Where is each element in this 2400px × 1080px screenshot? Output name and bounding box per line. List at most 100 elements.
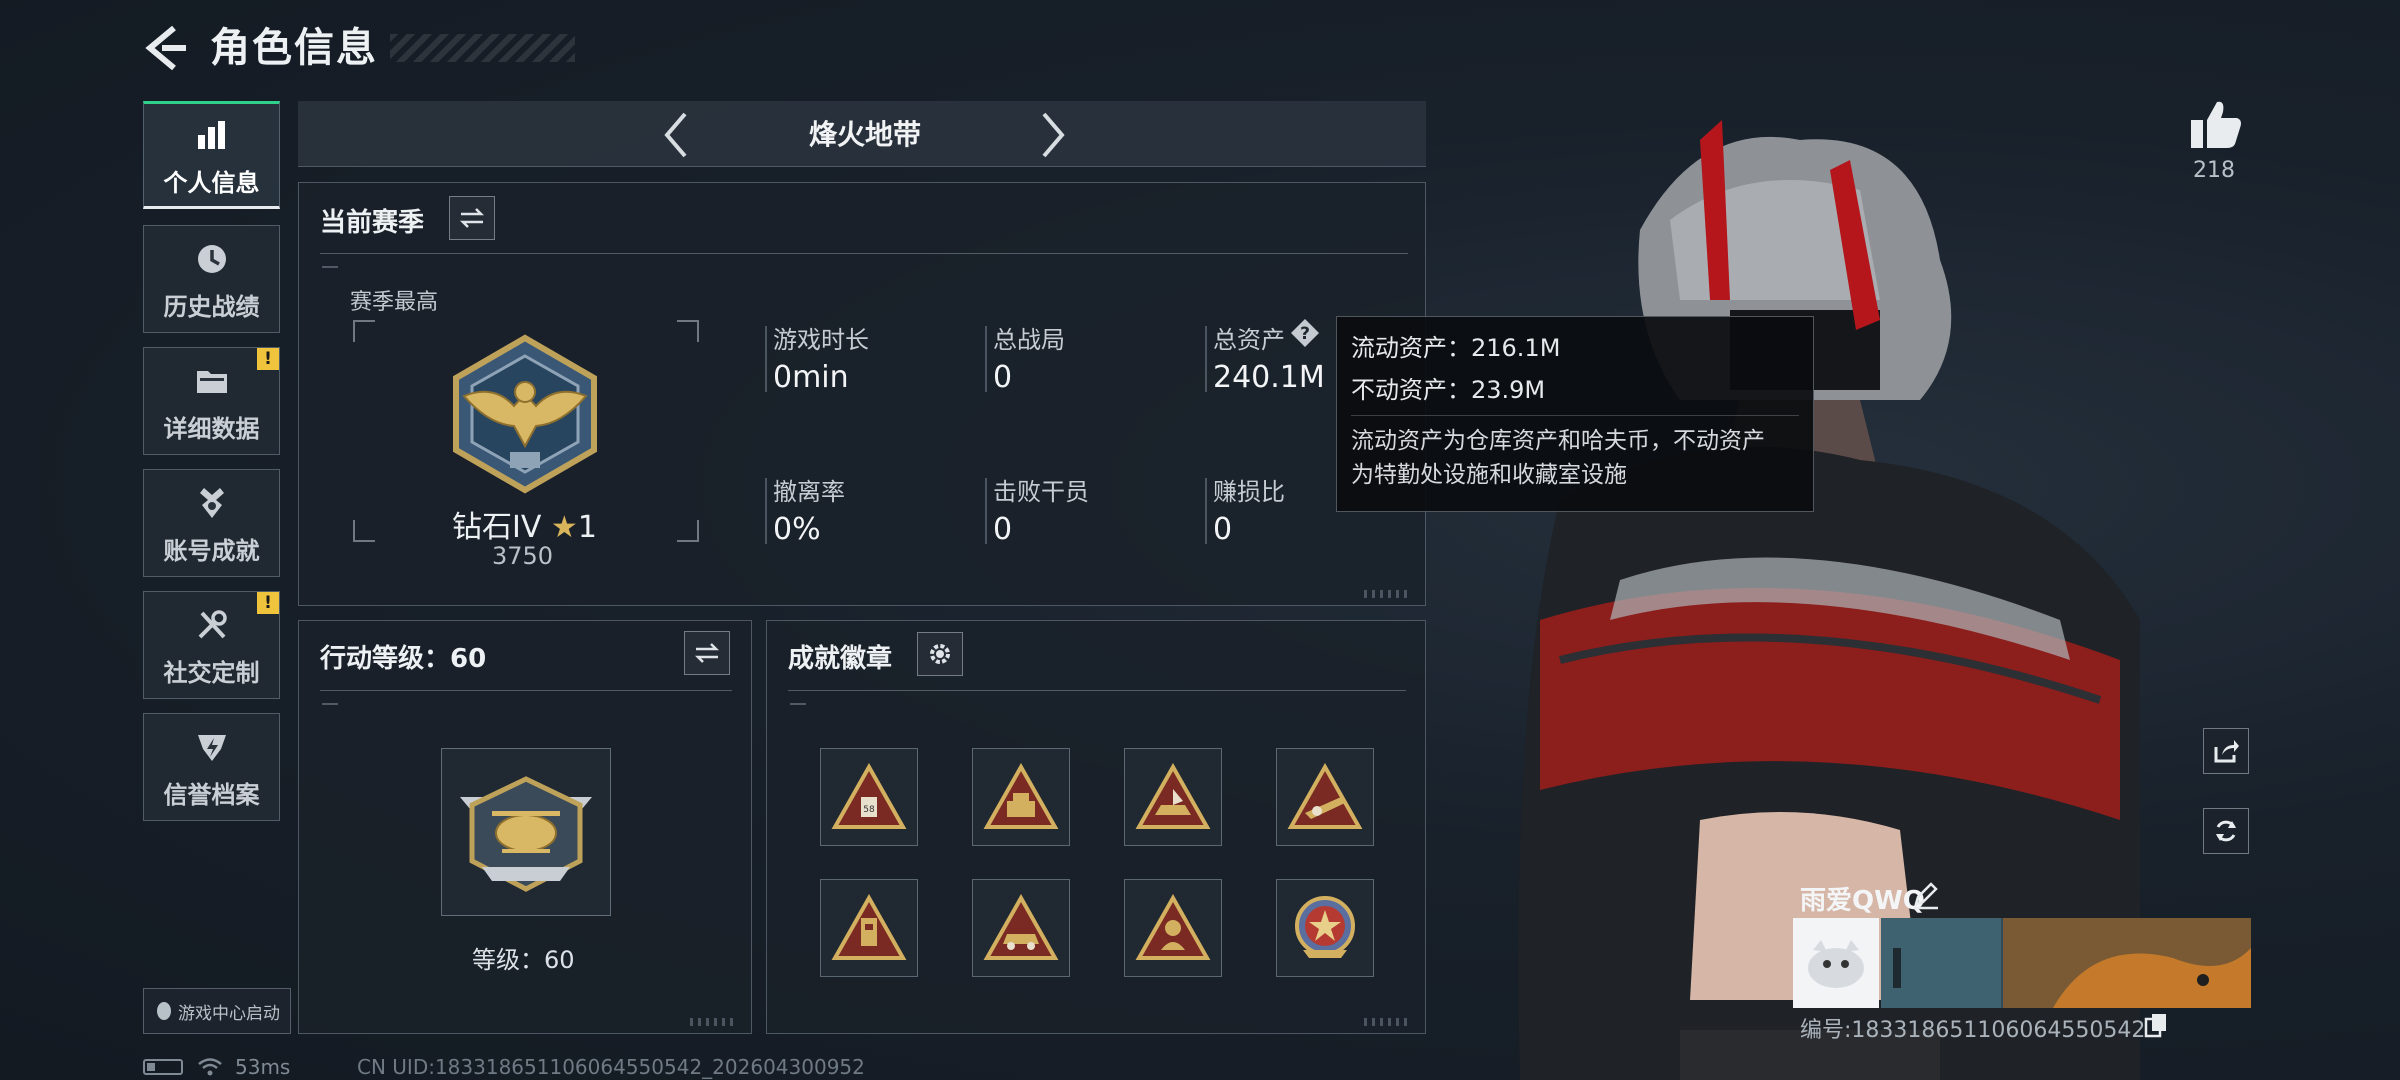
swap-icon [459, 208, 485, 228]
chevron-left-icon [664, 112, 687, 158]
refresh-button[interactable] [2203, 808, 2249, 854]
nav-label: 账号成就 [163, 536, 260, 565]
thumbs-up-icon [2191, 101, 2241, 148]
gear-icon [930, 644, 950, 664]
nav-label: 信誉档案 [163, 780, 260, 809]
achievement-badge-5[interactable] [820, 879, 918, 977]
panel-corner-decoration [690, 1018, 738, 1026]
stat-divider [1205, 326, 1207, 392]
stat-divider [985, 478, 987, 544]
mode-next-button[interactable] [1030, 110, 1074, 160]
achievements-title: 成就徽章 [788, 644, 893, 674]
stat-value-extract-rate: 0% [773, 512, 821, 547]
nav-item-detailed-data[interactable]: ! 详细数据 [143, 347, 280, 455]
action-level-switch-button[interactable] [684, 631, 730, 675]
edit-name-button[interactable] [1912, 880, 1940, 910]
triangle-badge-icon [1135, 894, 1211, 960]
achievement-badge-4[interactable] [1276, 748, 1374, 846]
svg-text:58: 58 [863, 805, 875, 815]
ping-value: 53ms [235, 1055, 291, 1079]
refresh-icon [2216, 820, 2236, 842]
clock-icon [190, 237, 234, 281]
like-button[interactable] [2185, 96, 2245, 152]
achievement-badge-2[interactable] [972, 748, 1070, 846]
share-icon [2214, 740, 2239, 763]
achievement-badge-1[interactable]: 58 [820, 748, 918, 846]
mode-prev-button[interactable] [655, 110, 699, 160]
rank-points: 3750 [492, 542, 554, 570]
tooltip-description-line-1: 流动资产为仓库资产和哈夫币，不动资产 [1351, 428, 1765, 454]
back-arrow-icon [145, 25, 186, 71]
nav-item-credit-record[interactable]: 信誉档案 [143, 713, 280, 821]
achievement-badge-6[interactable] [972, 879, 1070, 977]
status-bar: 53ms [143, 1055, 290, 1079]
divider [320, 690, 732, 691]
triangle-badge-icon [1135, 763, 1211, 829]
medal-icon [190, 481, 234, 525]
achievement-badge-3[interactable] [1124, 748, 1222, 846]
season-switch-button[interactable] [449, 196, 495, 240]
action-level-emblem-frame [441, 748, 611, 916]
nav-item-social-customize[interactable]: ! 社交定制 [143, 591, 280, 699]
stat-value-total-assets: 240.1M [1213, 360, 1325, 395]
question-diamond-icon: ? [1291, 319, 1319, 347]
chevron-right-icon [1042, 112, 1065, 158]
assets-tooltip: 流动资产：216.1M 不动资产：23.9M 流动资产为仓库资产和哈夫币，不动资… [1336, 316, 1814, 512]
player-id: 编号:18331865110606455054​2 [1800, 1018, 2146, 1043]
stat-value-profit-loss-ratio: 0 [1213, 512, 1233, 547]
nav-item-match-history[interactable]: 历史战绩 [143, 225, 280, 333]
player-card-banner[interactable] [1793, 918, 2251, 1008]
nav-label: 详细数据 [163, 414, 260, 443]
liquid-assets: 流动资产：216.1M [1351, 334, 1561, 362]
nav-label: 历史战绩 [163, 292, 260, 321]
copy-icon [2144, 1014, 2166, 1038]
nav-label: 个人信息 [163, 168, 260, 197]
copy-id-button[interactable] [2144, 1012, 2168, 1038]
battery-icon [143, 1059, 183, 1075]
divider-accent [322, 266, 338, 268]
qq-penguin-icon [157, 1002, 171, 1020]
stat-divider [985, 326, 987, 392]
uid-line: CN UID:1833186511060645505​42_2026043009… [357, 1055, 865, 1079]
shield-icon [190, 725, 234, 769]
divider-accent [322, 703, 338, 705]
triangle-badge-icon [831, 894, 907, 960]
assets-help-button[interactable]: ? [1290, 318, 1320, 348]
alert-badge: ! [257, 592, 279, 614]
achievement-badge-7[interactable] [1124, 879, 1222, 977]
helicopter-emblem-icon [460, 776, 592, 892]
rank-emblem-icon [453, 334, 597, 494]
alert-badge: ! [257, 348, 279, 370]
stat-value-play-time: 0min [773, 360, 849, 395]
stat-divider [765, 326, 767, 392]
page-title: 角色信息 [210, 25, 378, 71]
nav-label: 社交定制 [163, 658, 260, 687]
share-button[interactable] [2203, 728, 2249, 774]
tooltip-description-line-2: 为特勤处设施和收藏室设施 [1351, 462, 1627, 488]
player-name: 雨爱QWQ [1800, 886, 1925, 916]
star-icon: ★ [550, 510, 578, 545]
like-count: 218 [2193, 158, 2235, 183]
folder-icon [190, 359, 234, 403]
achievements-settings-button[interactable] [917, 632, 963, 676]
game-center-launch-button[interactable]: 游戏中心启动 [143, 988, 291, 1034]
achievement-badge-8[interactable] [1276, 879, 1374, 977]
stat-divider [765, 478, 767, 544]
swap-icon [694, 643, 720, 663]
mode-title: 烽火地带 [808, 118, 921, 151]
tooltip-divider [1351, 415, 1799, 416]
panel-corner-decoration [1364, 590, 1412, 598]
nav-item-achievements[interactable]: 账号成就 [143, 469, 280, 577]
stat-label-operators-defeated: 击败干员 [993, 478, 1089, 506]
fixed-assets: 不动资产：23.9M [1351, 376, 1546, 404]
nav-item-personal-info[interactable]: 个人信息 [143, 101, 280, 209]
back-button[interactable] [140, 22, 190, 74]
action-level-title: 行动等级：60 [320, 644, 487, 674]
star-medal-icon [1295, 896, 1355, 958]
triangle-badge-icon [983, 763, 1059, 829]
game-center-label: 游戏中心启动 [178, 1003, 280, 1024]
frame-corner [353, 520, 375, 542]
stat-label-extract-rate: 撤离率 [773, 478, 845, 506]
tools-icon [190, 603, 234, 647]
season-best-label: 赛季最高 [350, 290, 439, 315]
